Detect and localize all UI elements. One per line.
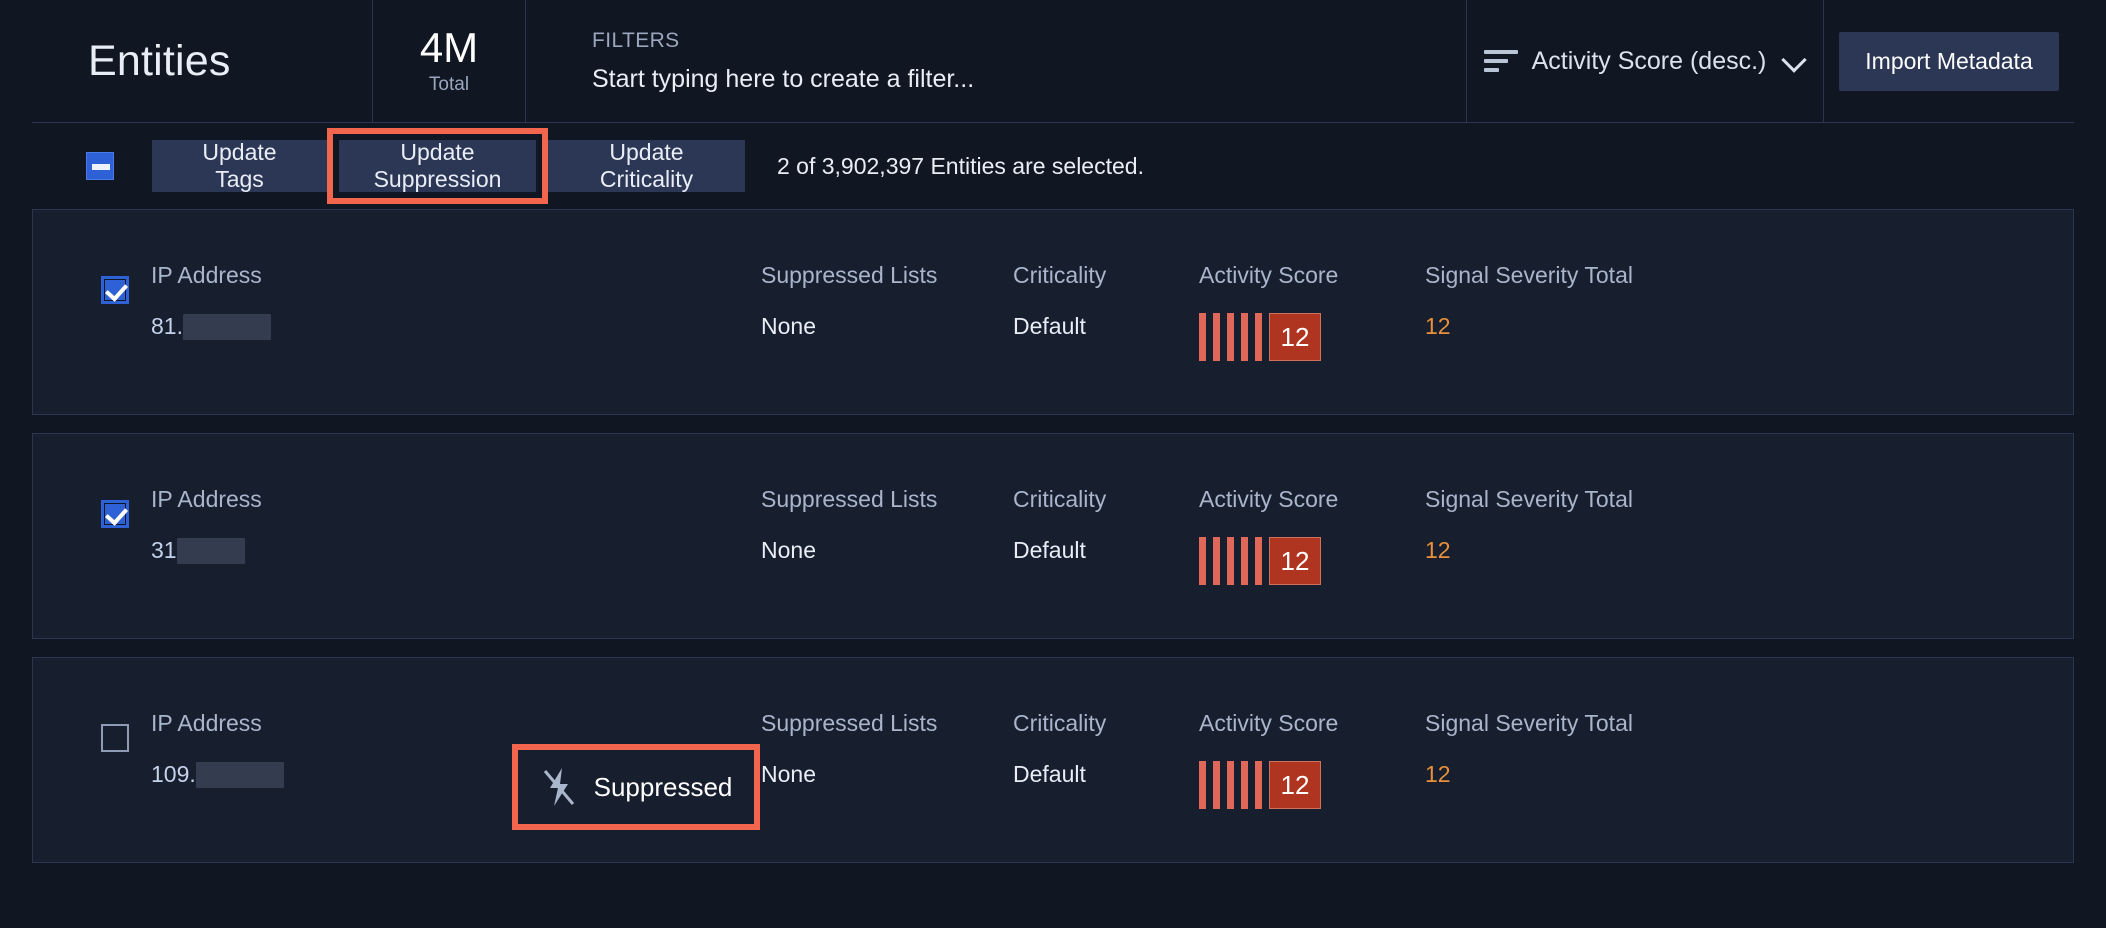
signal-severity-label: Signal Severity Total xyxy=(1425,486,1633,512)
selection-summary: 2 of 3,902,397 Entities are selected. xyxy=(777,152,1144,179)
entity-type-label: IP Address xyxy=(151,486,262,512)
update-suppression-highlight: Update Suppression xyxy=(327,128,548,204)
activity-score-widget: 12 xyxy=(1199,537,1425,585)
entity-type-label: IP Address xyxy=(151,710,262,736)
entity-ip-value: 81. xyxy=(151,313,511,340)
entity-cell: IP Address 81. xyxy=(151,262,511,340)
page-title: Entities xyxy=(88,36,231,85)
filters-label: FILTERS xyxy=(592,28,680,52)
table-row[interactable]: IP Address 109. Suppressed Suppressed Li… xyxy=(32,657,2074,863)
activity-score-label: Activity Score xyxy=(1199,710,1339,736)
page-title-cell: Entities xyxy=(32,0,372,122)
row-checkbox[interactable] xyxy=(101,276,129,304)
suppressed-badge: Suppressed xyxy=(511,744,761,830)
activity-score-bars xyxy=(1199,761,1262,809)
chevron-down-icon xyxy=(1784,50,1806,72)
row-checkbox-cell xyxy=(33,710,151,752)
suppressed-lists-value: None xyxy=(761,761,816,787)
signal-severity-label: Signal Severity Total xyxy=(1425,710,1633,736)
criticality-label: Criticality xyxy=(1013,710,1107,736)
entity-ip-value: 31 xyxy=(151,537,511,564)
update-criticality-button[interactable]: Update Criticality xyxy=(548,139,745,192)
total-count-label: Total xyxy=(428,74,470,96)
suppressed-lists-value: None xyxy=(761,313,816,339)
filters-cell: FILTERS xyxy=(526,0,1466,122)
signal-severity-label: Signal Severity Total xyxy=(1425,262,1633,288)
activity-score-value: 12 xyxy=(1269,761,1321,809)
bolt-slash-icon xyxy=(540,766,578,808)
signal-severity-value: 12 xyxy=(1425,537,1451,563)
entity-list: IP Address 81. Suppressed Lists None Cri… xyxy=(0,209,2106,863)
activity-score-cell: Activity Score 12 xyxy=(1199,710,1425,809)
entity-ip-prefix: 109. xyxy=(151,761,196,787)
suppressed-badge-cell xyxy=(511,486,761,520)
suppressed-lists-label: Suppressed Lists xyxy=(761,486,938,512)
total-count-value: 4M xyxy=(419,23,479,71)
bulk-action-bar: Update Tags Update Suppression Update Cr… xyxy=(0,123,2106,209)
activity-score-widget: 12 xyxy=(1199,761,1425,809)
activity-score-bars xyxy=(1199,537,1262,585)
criticality-value: Default xyxy=(1013,761,1086,787)
sort-label: Activity Score (desc.) xyxy=(1531,46,1767,75)
activity-score-cell: Activity Score 12 xyxy=(1199,262,1425,361)
suppressed-badge-cell: Suppressed xyxy=(511,710,761,830)
criticality-cell: Criticality Default xyxy=(1013,710,1199,788)
suppressed-lists-cell: Suppressed Lists None xyxy=(761,486,1013,564)
signal-severity-cell: Signal Severity Total 12 xyxy=(1425,486,1665,564)
entity-cell: IP Address 31 xyxy=(151,486,511,564)
activity-score-label: Activity Score xyxy=(1199,262,1339,288)
activity-score-value: 12 xyxy=(1269,537,1321,585)
criticality-cell: Criticality Default xyxy=(1013,262,1199,340)
activity-score-bars xyxy=(1199,313,1262,361)
criticality-cell: Criticality Default xyxy=(1013,486,1199,564)
filters-input[interactable] xyxy=(592,64,1397,94)
sort-descending-icon xyxy=(1483,50,1518,72)
entity-ip-redaction xyxy=(182,313,271,340)
criticality-label: Criticality xyxy=(1013,262,1107,288)
suppressed-lists-cell: Suppressed Lists None xyxy=(761,710,1013,788)
signal-severity-value: 12 xyxy=(1425,761,1451,787)
suppressed-badge-cell xyxy=(511,262,761,296)
criticality-value: Default xyxy=(1013,537,1086,563)
suppressed-badge-label: Suppressed xyxy=(593,771,733,802)
criticality-value: Default xyxy=(1013,313,1086,339)
page-header: Entities 4M Total FILTERS Activity Score… xyxy=(32,0,2074,123)
entity-type-label: IP Address xyxy=(151,262,262,288)
select-all-checkbox[interactable] xyxy=(86,152,114,180)
signal-severity-value: 12 xyxy=(1425,313,1451,339)
row-checkbox[interactable] xyxy=(101,500,129,528)
suppressed-lists-cell: Suppressed Lists None xyxy=(761,262,1013,340)
entity-ip-redaction xyxy=(176,537,245,564)
criticality-label: Criticality xyxy=(1013,486,1107,512)
import-metadata-button[interactable]: Import Metadata xyxy=(1839,31,2059,91)
signal-severity-cell: Signal Severity Total 12 xyxy=(1425,710,1665,788)
table-row[interactable]: IP Address 81. Suppressed Lists None Cri… xyxy=(32,209,2074,415)
table-row[interactable]: IP Address 31 Suppressed Lists None Crit… xyxy=(32,433,2074,639)
signal-severity-cell: Signal Severity Total 12 xyxy=(1425,262,1665,340)
entity-ip-prefix: 31 xyxy=(151,537,177,563)
total-count-cell: 4M Total xyxy=(373,0,525,122)
update-tags-button[interactable]: Update Tags xyxy=(152,139,327,192)
row-checkbox-cell xyxy=(33,486,151,528)
entity-ip-prefix: 81. xyxy=(151,313,183,339)
row-checkbox[interactable] xyxy=(101,724,129,752)
activity-score-value: 12 xyxy=(1269,313,1321,361)
entity-cell: IP Address 109. xyxy=(151,710,511,788)
suppressed-lists-label: Suppressed Lists xyxy=(761,710,938,736)
suppressed-lists-label: Suppressed Lists xyxy=(761,262,938,288)
activity-score-cell: Activity Score 12 xyxy=(1199,486,1425,585)
activity-score-widget: 12 xyxy=(1199,313,1425,361)
activity-score-label: Activity Score xyxy=(1199,486,1339,512)
entity-ip-value: 109. xyxy=(151,761,511,788)
sort-selector[interactable]: Activity Score (desc.) xyxy=(1467,0,1823,122)
row-checkbox-cell xyxy=(33,262,151,304)
entities-page: Entities 4M Total FILTERS Activity Score… xyxy=(0,0,2106,928)
update-suppression-button[interactable]: Update Suppression xyxy=(339,139,536,192)
suppressed-lists-value: None xyxy=(761,537,816,563)
entity-ip-redaction xyxy=(195,761,284,788)
import-metadata-cell: Import Metadata xyxy=(1824,0,2074,122)
